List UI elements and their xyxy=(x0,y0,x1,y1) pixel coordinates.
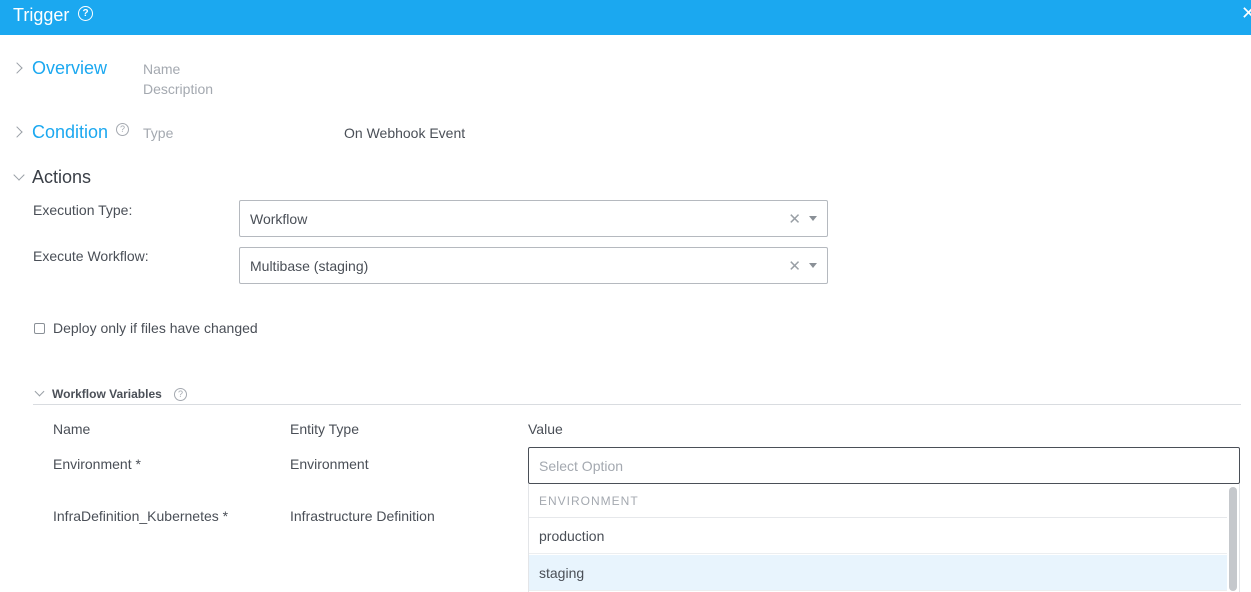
dropdown-option-production[interactable]: production xyxy=(529,518,1227,554)
chevron-down-icon[interactable] xyxy=(34,386,45,397)
chevron-right-icon[interactable] xyxy=(11,126,23,138)
dropdown-option-staging[interactable]: staging xyxy=(529,555,1227,591)
condition-type-label: Type xyxy=(143,125,174,141)
dropdown-option-label: production xyxy=(539,528,605,544)
chevron-right-icon[interactable] xyxy=(11,62,23,74)
dropdown-scrollbar[interactable] xyxy=(1229,487,1237,591)
column-header-entity-type: Entity Type xyxy=(290,421,360,437)
dropdown-option-label: staging xyxy=(539,565,585,581)
close-icon[interactable]: ✕ xyxy=(1241,3,1251,24)
section-divider xyxy=(33,404,1241,405)
caret-down-icon[interactable] xyxy=(809,216,817,221)
execution-type-value: Workflow xyxy=(250,211,308,227)
column-header-value: Value xyxy=(528,421,563,437)
column-header-name: Name xyxy=(53,421,91,437)
dropdown-group-header: ENVIRONMENT xyxy=(529,484,1227,518)
caret-down-icon[interactable] xyxy=(809,263,817,268)
execute-workflow-select[interactable]: Multibase (staging) ✕ xyxy=(239,247,828,284)
chevron-down-icon[interactable] xyxy=(13,169,25,181)
dialog-title: Trigger xyxy=(13,5,70,25)
clear-icon[interactable]: ✕ xyxy=(788,210,801,228)
clear-icon[interactable]: ✕ xyxy=(788,257,801,275)
variable-entity-type: Environment xyxy=(290,456,369,472)
condition-section-title[interactable]: Condition xyxy=(32,122,108,143)
question-circle-icon[interactable]: ? xyxy=(174,388,187,401)
question-circle-icon[interactable]: ? xyxy=(78,6,93,21)
actions-section-title[interactable]: Actions xyxy=(32,167,91,188)
execute-workflow-label: Execute Workflow: xyxy=(33,248,149,264)
overview-name-label: Name xyxy=(143,61,181,77)
variable-name: InfraDefinition_Kubernetes * xyxy=(53,508,229,524)
overview-description-label: Description xyxy=(143,81,214,97)
deploy-only-changed-checkbox[interactable] xyxy=(34,323,45,334)
workflow-variables-title[interactable]: Workflow Variables xyxy=(52,387,162,401)
dropdown-group-label: ENVIRONMENT xyxy=(539,494,639,508)
execution-type-label: Execution Type: xyxy=(33,202,133,218)
variable-entity-type: Infrastructure Definition xyxy=(290,508,435,524)
trigger-header: Trigger ? ✕ xyxy=(0,0,1251,35)
select-placeholder: Select Option xyxy=(539,458,624,474)
deploy-only-changed-label[interactable]: Deploy only if files have changed xyxy=(53,320,258,336)
execute-workflow-value: Multibase (staging) xyxy=(250,258,369,274)
execution-type-select[interactable]: Workflow ✕ xyxy=(239,200,828,237)
question-circle-icon[interactable]: ? xyxy=(116,123,129,136)
overview-section-title[interactable]: Overview xyxy=(32,58,107,79)
condition-type-value: On Webhook Event xyxy=(344,125,466,141)
environment-dropdown-menu: ENVIRONMENT production staging xyxy=(528,484,1240,592)
variable-name: Environment * xyxy=(53,456,141,472)
environment-value-select[interactable]: Select Option xyxy=(528,447,1240,484)
